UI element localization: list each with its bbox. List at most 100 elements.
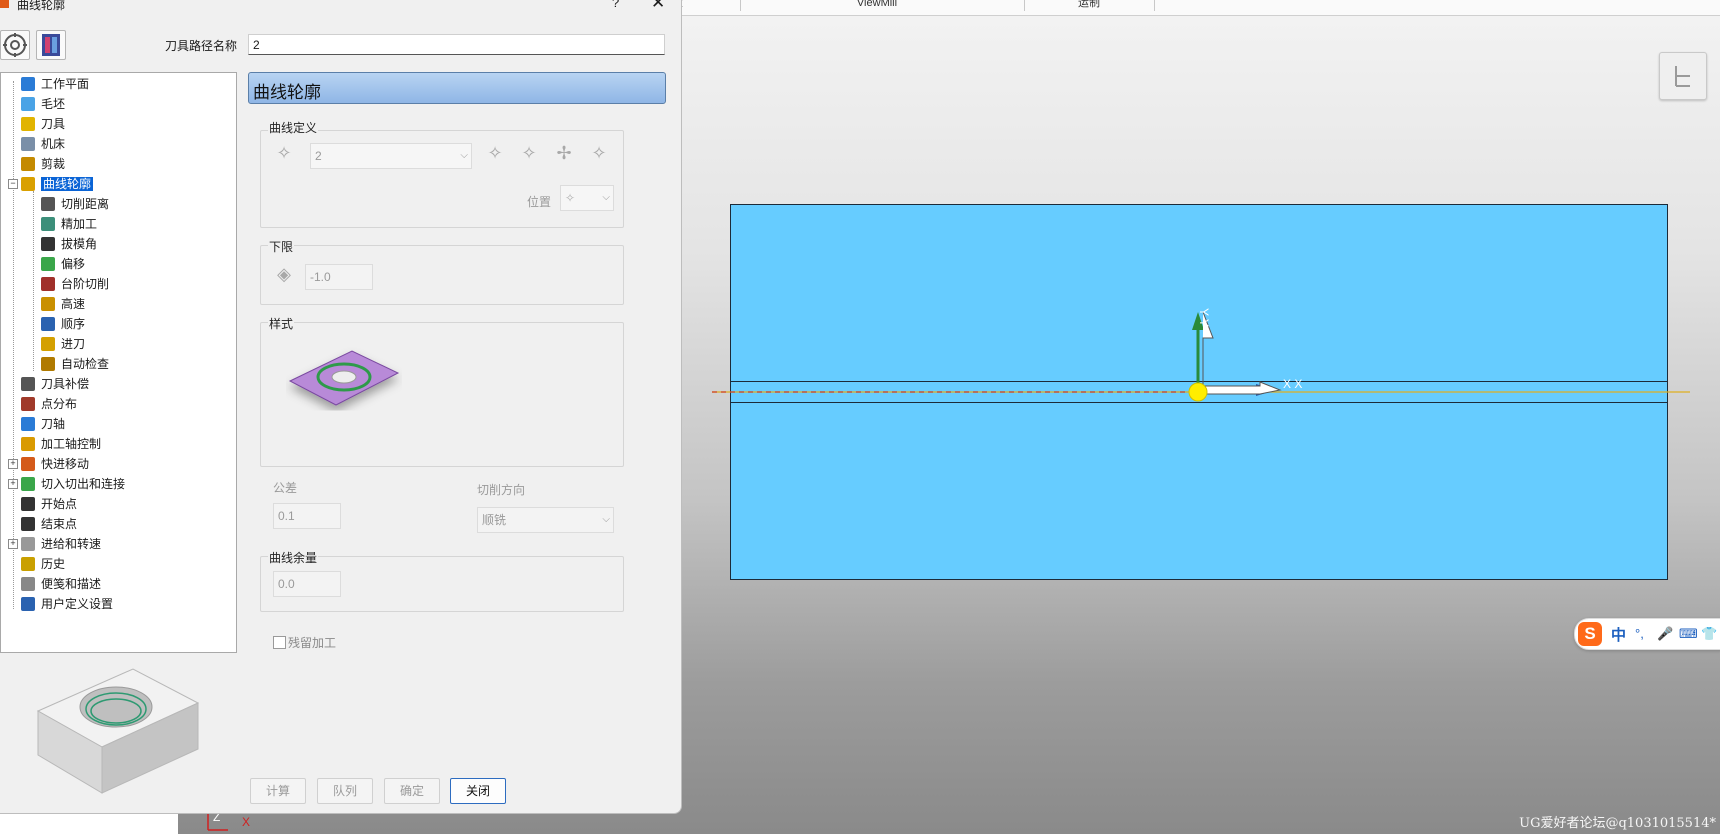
tree-item-5[interactable]: 剪裁	[21, 155, 65, 173]
tree-item-label: 进刀	[61, 337, 86, 351]
checkbox-icon[interactable]	[273, 636, 286, 649]
sogou-logo-icon[interactable]: S	[1578, 622, 1602, 646]
wcs-x-label: X	[242, 815, 250, 829]
expand-icon[interactable]: +	[8, 459, 18, 469]
tree-item-label: 剪裁	[41, 157, 66, 171]
feeds-speeds-icon	[21, 537, 35, 551]
keyboard-icon[interactable]: ⌨	[1679, 626, 1698, 642]
skin-icon[interactable]: 👕	[1701, 626, 1717, 642]
ime-chinese-mode[interactable]: 中	[1611, 624, 1626, 645]
expand-icon[interactable]: +	[8, 479, 18, 489]
toolpath-name-label: 刀具路径名称	[165, 39, 238, 53]
tree-item-22[interactable]: 开始点	[21, 495, 77, 513]
tree-item-label: 刀轴	[41, 417, 66, 431]
tree-item-8[interactable]: 精加工	[41, 215, 97, 233]
tree-item-label: 快进移动	[41, 457, 90, 471]
toolpath-preview-button[interactable]	[36, 30, 66, 60]
curve-combo[interactable]: 2 ⌵	[310, 143, 472, 169]
ok-button[interactable]: 确定	[384, 778, 440, 804]
tree-item-23[interactable]: 结束点	[21, 515, 77, 533]
ime-toolbar[interactable]: S 中 °, 🎤 ⌨ 👕	[1574, 618, 1720, 650]
close-icon[interactable]: ✕	[651, 0, 665, 13]
rapid-move-icon	[21, 457, 35, 471]
tree-item-18[interactable]: 刀轴	[21, 415, 65, 433]
tree-item-15[interactable]: 自动检查	[41, 355, 109, 373]
curve-add-icon[interactable]: ✢	[552, 141, 576, 165]
tree-item-label: 拔模角	[61, 237, 98, 251]
microphone-icon[interactable]: 🎤	[1657, 626, 1673, 642]
collapse-icon[interactable]: −	[8, 179, 18, 189]
tree-item-25[interactable]: 历史	[21, 555, 65, 573]
origin-point[interactable]	[1188, 382, 1208, 402]
strategy-tree[interactable]: 工作平面毛坯刀具机床剪裁曲线轮廓 − 切削距离精加工拔模角偏移台阶切削高速顺序进刀自…	[0, 72, 237, 653]
tree-item-label: 偏移	[61, 257, 86, 271]
tab-viewmill[interactable]: ViewMill	[730, 0, 1025, 11]
curve-allowance-input[interactable]: 0.0	[273, 571, 341, 597]
position-combo[interactable]: ✧ ⌵	[560, 185, 614, 211]
finishing-icon	[41, 217, 55, 231]
tree-item-17[interactable]: 点分布	[21, 395, 77, 413]
notes-icon	[21, 577, 35, 591]
tree-item-label: 进给和转速	[41, 537, 102, 551]
queue-button[interactable]: 队列	[317, 778, 373, 804]
tree-item-6[interactable]: 曲线轮廓	[21, 175, 94, 193]
curve-definition-title: 曲线定义	[268, 119, 319, 136]
tree-item-27[interactable]: 用户定义设置	[21, 595, 113, 613]
tree-item-2[interactable]: 毛坯	[21, 95, 65, 113]
tree-item-13[interactable]: 顺序	[41, 315, 85, 333]
style-preview-icon[interactable]	[286, 345, 402, 435]
lower-limit-pick-icon[interactable]: ◈	[272, 262, 296, 286]
tree-item-label: 自动检查	[61, 357, 110, 371]
tree-item-7[interactable]: 切削距离	[41, 195, 109, 213]
tree-item-10[interactable]: 偏移	[41, 255, 85, 273]
tree-item-label: 刀具补偿	[41, 377, 90, 391]
view-cube-button[interactable]	[1659, 52, 1707, 100]
strategy-options-button[interactable]	[0, 30, 30, 60]
tool-comp-icon	[21, 377, 35, 391]
tree-item-24[interactable]: 进给和转速	[21, 535, 101, 553]
tree-item-1[interactable]: 工作平面	[21, 75, 89, 93]
help-button[interactable]: ?	[612, 0, 619, 10]
trim-icon	[21, 157, 35, 171]
tree-item-label: 切削距离	[61, 197, 110, 211]
tree-item-26[interactable]: 便笺和描述	[21, 575, 101, 593]
high-speed-icon	[41, 297, 55, 311]
close-button[interactable]: 关闭	[450, 778, 506, 804]
strategy-preview-image	[30, 663, 205, 801]
tree-item-9[interactable]: 拔模角	[41, 235, 97, 253]
lower-limit-input[interactable]: -1.0	[305, 264, 373, 290]
cut-direction-select[interactable]: 顺铣 ⌵	[477, 507, 614, 533]
point-distribution-icon	[21, 397, 35, 411]
tree-item-16[interactable]: 刀具补偿	[21, 375, 89, 393]
tolerance-input[interactable]: 0.1	[273, 503, 341, 529]
tree-item-19[interactable]: 加工轴控制	[21, 435, 101, 453]
tree-connector	[13, 81, 14, 609]
select-curve-icon[interactable]: ✧	[272, 141, 296, 165]
expand-icon[interactable]: +	[8, 539, 18, 549]
tree-item-label: 便笺和描述	[41, 577, 102, 591]
tree-item-label: 用户定义设置	[41, 597, 114, 611]
curve-edit-icon[interactable]: ✧	[483, 141, 507, 165]
residual-machining-checkbox[interactable]: 残留加工	[273, 634, 336, 651]
order-icon	[41, 317, 55, 331]
tree-item-label: 加工轴控制	[41, 437, 102, 451]
step-cut-icon	[41, 277, 55, 291]
tab-simulation[interactable]: 运制	[1024, 0, 1155, 11]
tree-item-12[interactable]: 高速	[41, 295, 85, 313]
tree-item-11[interactable]: 台阶切削	[41, 275, 109, 293]
tree-item-4[interactable]: 机床	[21, 135, 65, 153]
user-settings-icon	[21, 597, 35, 611]
tree-item-20[interactable]: 快进移动	[21, 455, 89, 473]
tree-item-21[interactable]: 切入切出和连接	[21, 475, 125, 493]
curve-remove-icon[interactable]: ✧	[587, 141, 611, 165]
tree-item-3[interactable]: 刀具	[21, 115, 65, 133]
calculate-button[interactable]: 计算	[250, 778, 306, 804]
tree-item-label: 顺序	[61, 317, 86, 331]
curve-profile-dialog: 曲线轮廓 ? ✕ 刀具路径名称 2 工作平面毛坯刀具机床剪裁曲线轮廓 − 切削距离精…	[0, 0, 682, 814]
tree-item-14[interactable]: 进刀	[41, 335, 85, 353]
toolpath-name-input[interactable]: 2	[248, 34, 665, 55]
dialog-titlebar[interactable]: 曲线轮廓 ? ✕	[0, 0, 681, 12]
punctuation-icon[interactable]: °,	[1635, 626, 1644, 641]
curve-clear-icon[interactable]: ✧	[517, 141, 541, 165]
lower-limit-title: 下限	[268, 238, 295, 255]
